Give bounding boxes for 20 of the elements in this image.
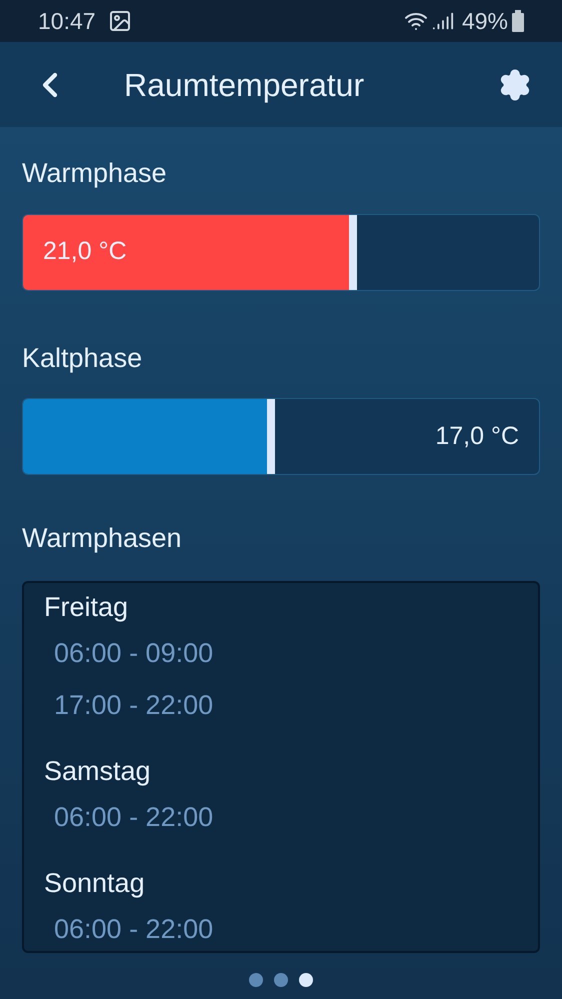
status-time: 10:47 <box>38 6 96 36</box>
time-range: 06:00 - 09:00 <box>54 636 214 670</box>
image-icon <box>108 9 132 33</box>
temperature-reading: 17,0 °C <box>435 420 519 452</box>
day-label: Freitag <box>44 590 130 624</box>
time-range: 06:00 - 22:00 <box>54 800 214 834</box>
temperature-slider[interactable]: 17,0 °C <box>22 398 540 475</box>
battery-percent: 49% <box>462 6 508 36</box>
time-range: 06:00 - 22:00 <box>54 912 214 946</box>
section-label: Kaltphase <box>22 342 144 375</box>
section-label: Warmphasen <box>22 522 183 555</box>
day-label: Samstag <box>44 754 152 788</box>
time-range: 17:00 - 22:00 <box>54 688 214 722</box>
signal-icon <box>432 10 454 32</box>
battery-icon <box>512 10 524 32</box>
slider-handle[interactable] <box>349 214 358 290</box>
page-title: Raumtemperatur <box>124 66 366 105</box>
day-label: Sonntag <box>44 866 146 900</box>
temperature-reading: 21,0 °C <box>43 236 127 268</box>
section-label: Warmphase <box>22 157 168 190</box>
